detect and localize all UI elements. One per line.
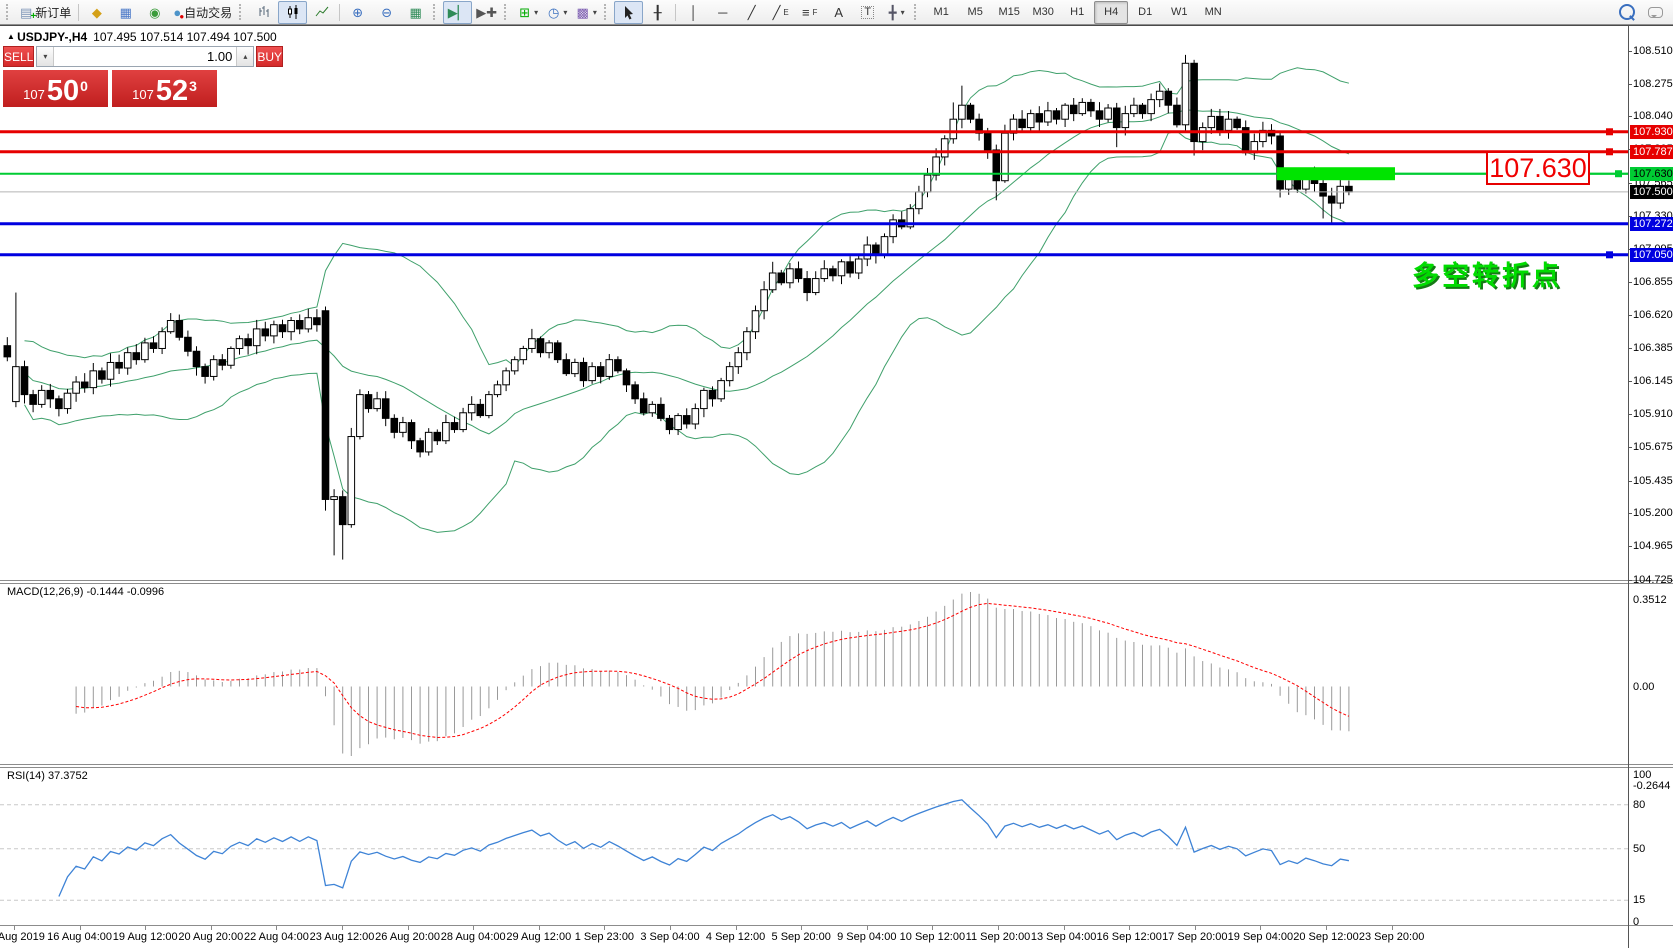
buy-price-display[interactable]: 107523: [112, 70, 217, 107]
main-chart-panel: [0, 55, 1628, 560]
time-axis-separator: [0, 925, 1673, 926]
time-tick: [867, 926, 868, 930]
time-tick-label: 23 Sep 20:00: [1347, 931, 1437, 943]
price-tick-label: 106.855: [1633, 276, 1673, 288]
rsi-indicator-label: RSI(14) 37.3752: [7, 770, 88, 782]
price-tick-label: 104.725: [1633, 574, 1673, 586]
time-tick: [1195, 926, 1196, 930]
rsi-panel: [0, 800, 1628, 900]
axis-tick: [1628, 513, 1632, 514]
rsi-panel-separator[interactable]: [0, 764, 1673, 768]
time-tick: [1129, 926, 1130, 930]
time-tick: [80, 926, 81, 930]
time-tick: [670, 926, 671, 930]
chart-surface[interactable]: [0, 0, 1673, 949]
one-click-trading-panel: SELL ▾ ▴ BUY 107500 107523: [3, 46, 217, 107]
price-line-badge: 107.500: [1630, 185, 1673, 199]
sell-price-display[interactable]: 107500: [3, 70, 108, 107]
axis-tick: [1628, 315, 1632, 316]
chart-ohlc-header[interactable]: USDJPY-,H4 107.495 107.514 107.494 107.50…: [7, 30, 277, 44]
time-tick: [801, 926, 802, 930]
macd-tick-label: 0.3512: [1633, 594, 1667, 606]
price-axis-line: [1628, 26, 1629, 948]
price-tick-label: 104.965: [1633, 540, 1673, 552]
rsi-tick-label: 80: [1633, 799, 1645, 811]
time-tick: [342, 926, 343, 930]
price-tick-label: 106.145: [1633, 375, 1673, 387]
price-tick-label: 108.510: [1633, 45, 1673, 57]
price-callout-box[interactable]: 107.630: [1486, 151, 1590, 185]
volume-stepper: ▾ ▴: [36, 46, 254, 67]
macd-panel-separator[interactable]: [0, 580, 1673, 584]
price-tick-label: 108.275: [1633, 78, 1673, 90]
buy-button[interactable]: BUY: [256, 46, 283, 67]
axis-tick: [1628, 381, 1632, 382]
time-tick: [1064, 926, 1065, 930]
mt4-terminal: { "toolbar": { "buttons": { "new_order":…: [0, 0, 1673, 949]
volume-increase-button[interactable]: ▴: [236, 47, 253, 66]
rsi-tick-label: 100: [1633, 769, 1651, 781]
ohlc-values: 107.495 107.514 107.494 107.500: [93, 30, 277, 44]
axis-tick: [1628, 414, 1632, 415]
axis-tick: [1628, 282, 1632, 283]
rsi-tick-label: 0: [1633, 916, 1639, 928]
price-tick-label: 105.910: [1633, 408, 1673, 420]
time-tick: [539, 926, 540, 930]
rsi-tick-label: 50: [1633, 843, 1645, 855]
macd-tick-label: 0.00: [1633, 681, 1654, 693]
macd-tick-label: -0.2644: [1633, 780, 1670, 792]
axis-tick: [1628, 447, 1632, 448]
time-tick: [276, 926, 277, 930]
symbol-period-label: USDJPY-,H4: [17, 30, 87, 44]
time-tick: [1260, 926, 1261, 930]
volume-input[interactable]: [54, 47, 236, 66]
price-tick-label: 106.620: [1633, 309, 1673, 321]
price-line-badge: 107.272: [1630, 217, 1673, 231]
chart-annotation-text[interactable]: 多空转折点: [1412, 254, 1562, 293]
time-tick: [408, 926, 409, 930]
axis-tick: [1628, 84, 1632, 85]
time-tick: [14, 926, 15, 930]
sell-button[interactable]: SELL: [3, 46, 34, 67]
time-tick: [998, 926, 999, 930]
time-tick: [604, 926, 605, 930]
time-tick: [1326, 926, 1327, 930]
volume-decrease-button[interactable]: ▾: [37, 47, 54, 66]
axis-tick: [1628, 348, 1632, 349]
rsi-tick-label: 15: [1633, 894, 1645, 906]
time-tick: [473, 926, 474, 930]
time-tick: [1392, 926, 1393, 930]
price-tick-label: 105.675: [1633, 441, 1673, 453]
price-tick-label: 108.040: [1633, 110, 1673, 122]
macd-indicator-label: MACD(12,26,9) -0.1444 -0.0996: [7, 586, 164, 598]
price-line-badge: 107.787: [1630, 145, 1673, 159]
price-tick-label: 105.435: [1633, 475, 1673, 487]
axis-tick: [1628, 51, 1632, 52]
macd-panel: [76, 592, 1349, 756]
price-tick-label: 106.385: [1633, 342, 1673, 354]
price-tick-label: 105.200: [1633, 507, 1673, 519]
axis-tick: [1628, 580, 1632, 581]
time-tick: [932, 926, 933, 930]
axis-tick: [1628, 546, 1632, 547]
axis-tick: [1628, 183, 1632, 184]
time-tick: [211, 926, 212, 930]
time-tick: [736, 926, 737, 930]
price-line-badge: 107.050: [1630, 248, 1673, 262]
time-tick: [145, 926, 146, 930]
axis-tick: [1628, 116, 1632, 117]
price-line-badge: 107.930: [1630, 125, 1673, 139]
price-line-badge: 107.630: [1630, 167, 1673, 181]
axis-tick: [1628, 481, 1632, 482]
